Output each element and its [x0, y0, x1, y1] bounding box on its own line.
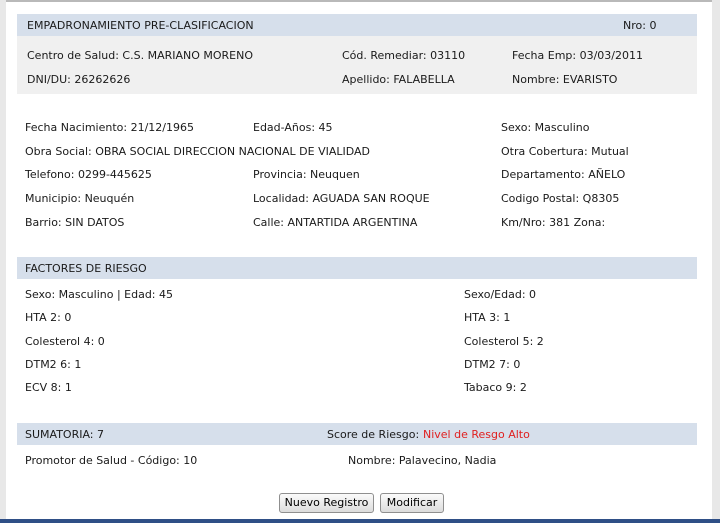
sexo: Sexo: Masculino — [501, 121, 590, 134]
score-value: Nivel de Resgo Alto — [423, 428, 530, 441]
codigo-remediar: Cód. Remediar: 03110 — [342, 49, 466, 62]
provincia: Provincia: Neuquen — [253, 168, 360, 181]
risk-right-item: Colesterol 5: 2 — [464, 335, 544, 348]
form-title: EMPADRONAMIENTO PRE-CLASIFICACION — [27, 19, 254, 32]
risk-left-item: Sexo: Masculino | Edad: 45 — [25, 288, 174, 301]
modificar-button[interactable]: Modificar — [380, 493, 444, 513]
promotor-nombre: Nombre: Palavecino, Nadia — [348, 454, 497, 467]
risk-right-item: HTA 3: 1 — [464, 311, 511, 324]
barrio: Barrio: SIN DATOS — [25, 216, 125, 229]
risk-factors-title: FACTORES DE RIESGO — [25, 262, 147, 275]
window-top-border — [0, 0, 720, 2]
calle: Calle: ANTARTIDA ARGENTINA — [253, 216, 418, 229]
municipio: Municipio: Neuquén — [25, 192, 135, 205]
sumatoria: SUMATORIA: 7 — [25, 428, 104, 441]
km-nro-zona: Km/Nro: 381 Zona: — [501, 216, 606, 229]
nombre: Nombre: EVARISTO — [512, 73, 618, 86]
dni: DNI/DU: 26262626 — [27, 73, 131, 86]
window-left-border — [0, 0, 6, 523]
patient-summary: Centro de Salud: C.S. MARIANO MORENO Cód… — [17, 36, 697, 94]
risk-factors-header: FACTORES DE RIESGO — [17, 257, 697, 279]
risk-right-item: Sexo/Edad: 0 — [464, 288, 537, 301]
window-right-border — [712, 0, 720, 523]
risk-right-item: DTM2 7: 0 — [464, 358, 521, 371]
localidad: Localidad: AGUADA SAN ROQUE — [253, 192, 430, 205]
score-label: Score de Riesgo: — [327, 428, 420, 441]
fecha-empadronamiento: Fecha Emp: 03/03/2011 — [512, 49, 644, 62]
departamento: Departamento: AÑELO — [501, 168, 626, 181]
telefono: Telefono: 0299-445625 — [25, 168, 152, 181]
promotor-codigo: Promotor de Salud - Código: 10 — [25, 454, 198, 467]
form-header-bar: EMPADRONAMIENTO PRE-CLASIFICACION Nro: 0 — [17, 14, 697, 36]
record-number: Nro: 0 — [623, 19, 657, 32]
centro-salud: Centro de Salud: C.S. MARIANO MORENO — [27, 49, 254, 62]
risk-right-item: Tabaco 9: 2 — [464, 381, 527, 394]
codigo-postal: Codigo Postal: Q8305 — [501, 192, 620, 205]
obra-social: Obra Social: OBRA SOCIAL DIRECCION NACIO… — [25, 145, 371, 158]
risk-left-item: HTA 2: 0 — [25, 311, 72, 324]
edad: Edad-Años: 45 — [253, 121, 333, 134]
risk-left-item: DTM2 6: 1 — [25, 358, 82, 371]
nuevo-registro-button[interactable]: Nuevo Registro — [279, 493, 374, 513]
window-bottom-border — [0, 519, 720, 523]
apellido: Apellido: FALABELLA — [342, 73, 455, 86]
risk-left-item: ECV 8: 1 — [25, 381, 72, 394]
sumatoria-bar: SUMATORIA: 7 Score de Riesgo: Nivel de R… — [17, 423, 697, 445]
otra-cobertura: Otra Cobertura: Mutual — [501, 145, 629, 158]
risk-left-item: Colesterol 4: 0 — [25, 335, 105, 348]
fecha-nacimiento: Fecha Nacimiento: 21/12/1965 — [25, 121, 194, 134]
